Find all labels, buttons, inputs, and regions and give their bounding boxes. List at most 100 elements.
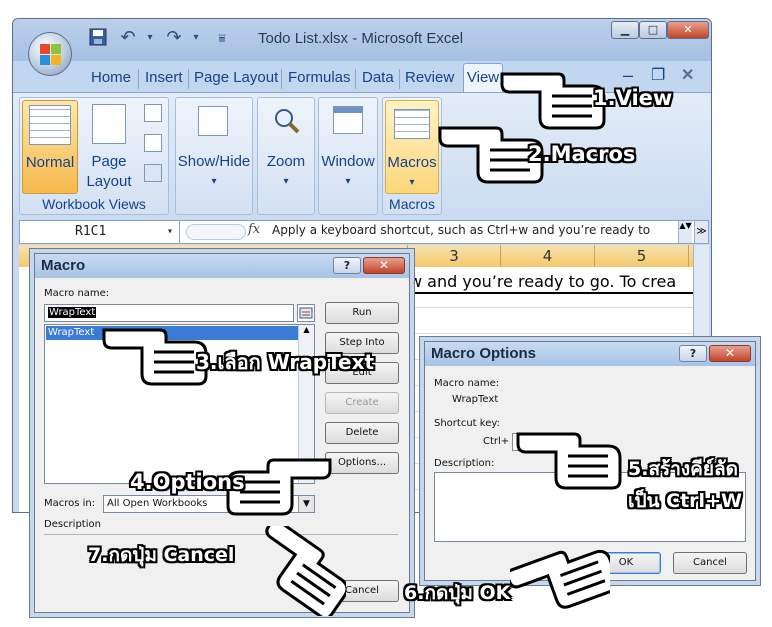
- help-button[interactable]: ?: [333, 257, 361, 274]
- chevron-down-icon: ▾: [211, 176, 217, 187]
- undo-dropdown-icon[interactable]: ▾: [139, 27, 161, 49]
- options-macro-name-value: WrapText: [452, 394, 499, 405]
- office-button[interactable]: [28, 32, 72, 76]
- name-box[interactable]: R1C1 ▾: [20, 221, 180, 243]
- ribbon-restore-icon[interactable]: ❐: [651, 65, 665, 85]
- group-show-hide: Show/Hide ▾: [175, 97, 253, 215]
- group-window: Window ▾: [318, 97, 378, 215]
- column-header-5[interactable]: 5: [595, 245, 689, 267]
- ctrl-prefix: Ctrl+: [483, 436, 510, 447]
- page-break-preview-icon[interactable]: [144, 104, 162, 122]
- pointing-hand-icon: [265, 526, 346, 616]
- run-button[interactable]: Run: [325, 302, 399, 324]
- tab-divider: [138, 69, 139, 89]
- page-layout-icon: [92, 104, 126, 144]
- window-button[interactable]: Window ▾: [319, 100, 377, 194]
- show-hide-label: Show/Hide: [177, 153, 251, 170]
- macros-icon: [394, 109, 430, 139]
- macro-close-button[interactable]: ✕: [363, 257, 405, 274]
- zoom-label: Zoom: [266, 153, 306, 170]
- workbook-close-icon[interactable]: ✕: [681, 65, 694, 85]
- window-icon: [333, 106, 363, 134]
- zoom-button[interactable]: Zoom ▾: [258, 100, 314, 194]
- cell-text: w and you’re ready to go. To crea: [409, 272, 677, 291]
- zoom-icon: [272, 106, 300, 134]
- tab-review[interactable]: Review: [405, 69, 454, 86]
- chevron-down-icon: ▾: [283, 176, 289, 187]
- formula-bar: R1C1 ▾ fx Apply a keyboard shortcut, such…: [19, 220, 709, 244]
- tab-insert[interactable]: Insert: [145, 69, 183, 86]
- normal-view-button[interactable]: Normal: [22, 100, 78, 194]
- pointing-hand-icon: [516, 432, 622, 490]
- macro-selector-icon[interactable]: [297, 304, 315, 322]
- annotation-step-1: 1.View: [593, 86, 673, 110]
- window-title: Todo List.xlsx - Microsoft Excel: [258, 30, 464, 47]
- save-icon[interactable]: [87, 27, 109, 49]
- annotation-step-3: 3.เลือก WrapText: [196, 350, 375, 374]
- page-layout-label-1: Page: [91, 153, 127, 170]
- tab-divider: [355, 69, 356, 89]
- normal-view-icon: [29, 105, 71, 145]
- tab-view[interactable]: View: [463, 63, 503, 93]
- close-button[interactable]: ✕: [667, 21, 709, 39]
- create-button: Create: [325, 392, 399, 414]
- maximize-button[interactable]: □: [639, 21, 667, 39]
- formula-content[interactable]: Apply a keyboard shortcut, such as Ctrl+…: [272, 223, 650, 237]
- chevron-down-icon: ▾: [166, 226, 173, 237]
- tab-page-layout[interactable]: Page Layout: [194, 69, 278, 86]
- macro-name-value: WrapText: [48, 307, 97, 318]
- title-bar: ↶ ▾ ↷ ▾ ⩸ Todo List.xlsx - Microsoft Exc…: [13, 19, 711, 61]
- chevron-down-icon: ▾: [345, 176, 351, 187]
- tab-home[interactable]: Home: [91, 69, 131, 86]
- group-zoom: Zoom ▾: [257, 97, 315, 215]
- macros-button[interactable]: Macros ▾: [385, 100, 439, 194]
- pointing-hand-icon: [510, 549, 610, 609]
- annotation-step-5-line-2: เป็น Ctrl+W: [628, 490, 742, 512]
- tab-formulas[interactable]: Formulas: [288, 69, 351, 86]
- office-button-icon: [40, 44, 62, 66]
- column-header-3[interactable]: 3: [407, 245, 501, 267]
- formula-scroll-icon[interactable]: ▲▼: [678, 221, 692, 243]
- macros-group-label: Macros: [389, 196, 435, 212]
- customize-toolbar-icon[interactable]: ⩸: [211, 27, 233, 49]
- chevron-down-icon: ▾: [409, 177, 415, 188]
- annotation-step-4: 4.Options: [130, 470, 245, 494]
- delete-button[interactable]: Delete: [325, 422, 399, 444]
- ribbon-minimize-icon[interactable]: –: [623, 65, 633, 86]
- formula-divider-handle[interactable]: [186, 224, 246, 240]
- tab-divider: [188, 69, 189, 89]
- workbook-views-label: Workbook Views: [42, 196, 146, 212]
- options-description-label: Description:: [434, 458, 495, 469]
- expand-formula-icon[interactable]: ≫: [694, 221, 708, 243]
- column-header-4[interactable]: 4: [501, 245, 595, 267]
- show-hide-icon: [198, 106, 228, 136]
- fx-icon[interactable]: fx: [248, 222, 260, 237]
- minimize-button[interactable]: ▁: [611, 21, 639, 39]
- redo-dropdown-icon[interactable]: ▾: [185, 27, 207, 49]
- options-cancel-button[interactable]: Cancel: [673, 552, 747, 574]
- description-label: Description: [44, 519, 101, 530]
- annotation-step-2: 2.Macros: [528, 142, 636, 166]
- shortcut-key-label: Shortcut key:: [434, 418, 500, 429]
- macros-in-label: Macros in:: [44, 498, 96, 509]
- undo-icon[interactable]: ↶: [117, 27, 139, 49]
- page-layout-label-2: Layout: [86, 173, 132, 190]
- annotation-step-5-line-1: 5.สร้างคีย์ลัด: [628, 458, 739, 480]
- full-screen-icon[interactable]: [144, 164, 162, 182]
- macros-in-value: All Open Workbooks: [107, 498, 208, 509]
- custom-views-icon[interactable]: [144, 134, 162, 152]
- show-hide-button[interactable]: Show/Hide ▾: [176, 100, 252, 194]
- annotation-step-6: 6.กดปุ่ม OK: [404, 582, 511, 604]
- name-box-value: R1C1: [75, 224, 107, 239]
- macro-name-label: Macro name:: [44, 288, 110, 299]
- options-button[interactable]: Options...: [325, 452, 399, 474]
- options-close-button[interactable]: ✕: [709, 345, 751, 362]
- macros-button-label: Macros: [387, 154, 437, 171]
- tab-divider: [281, 69, 282, 89]
- redo-icon[interactable]: ↷: [163, 27, 185, 49]
- help-button[interactable]: ?: [679, 345, 707, 362]
- window-label: Window: [321, 153, 375, 170]
- page-layout-button[interactable]: Page Layout: [82, 100, 136, 194]
- normal-label: Normal: [25, 154, 75, 171]
- tab-data[interactable]: Data: [362, 69, 394, 86]
